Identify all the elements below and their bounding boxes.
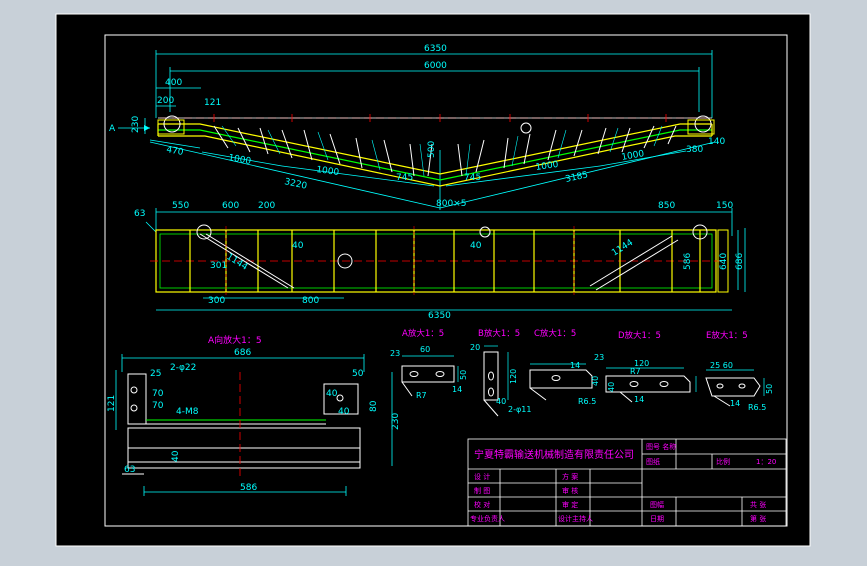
date-label: 日期 (650, 515, 664, 523)
adir-dim-40-b: 40 (338, 407, 350, 417)
plan-label: 方 案 (562, 472, 578, 481)
e-dim-14: 14 (730, 399, 740, 408)
adir-dim-50: 50 (352, 369, 364, 379)
e-dim-50: 50 (765, 384, 774, 394)
adir-dim-63: 63 (124, 465, 135, 475)
dim-230: 230 (131, 116, 141, 133)
adir-dim-4m8: 4-M8 (176, 407, 199, 417)
sheet-label: 图幅 (650, 500, 664, 509)
adir-dim-70-b: 70 (152, 401, 164, 411)
plan-dim-40-b: 40 (470, 241, 482, 251)
c-dim-40: 40 (591, 376, 600, 386)
a-dim-r7: R7 (416, 391, 427, 400)
adir-dim-121: 121 (107, 395, 117, 412)
total-sheets-label: 共 张 (750, 500, 766, 509)
scale-value: 1：20 (756, 458, 776, 466)
adir-dim-2phi22: 2-φ22 (170, 363, 196, 373)
company-name: 宁夏特霸输送机械制造有限责任公司 (474, 448, 634, 461)
b-dim-40: 40 (496, 397, 506, 406)
b-dim-120: 120 (509, 369, 518, 384)
adir-dim-25: 25 (150, 369, 161, 379)
plan-dim-850: 850 (658, 201, 675, 211)
adir-dim-40-c: 40 (171, 450, 181, 462)
project-lead-label: 设计主持人 (558, 514, 593, 523)
adir-dim-80: 80 (369, 400, 379, 412)
dim-800x5: 800×5 (436, 199, 466, 209)
approve-label: 审 定 (562, 500, 578, 509)
d-dim-r7: R7 (630, 367, 641, 376)
dim-500: 500 (427, 141, 437, 158)
plan-dim-150: 150 (716, 201, 733, 211)
check-label: 校 对 (474, 500, 490, 509)
c-dim-r65: R6.5 (578, 397, 596, 406)
process-review-label: 专业负责人 (470, 514, 505, 523)
plan-dim-63: 63 (134, 209, 145, 219)
adir-dim-70-a: 70 (152, 389, 164, 399)
audit-label: 审 核 (562, 486, 578, 495)
dim-745-a: 745 (396, 173, 413, 183)
plan-dim-800: 800 (302, 296, 319, 306)
d-dim-14: 14 (634, 395, 644, 404)
plan-dim-200: 200 (258, 201, 275, 211)
plan-dim-686: 686 (735, 253, 745, 270)
plan-dim-600: 600 (222, 201, 239, 211)
e-dim-2560: 25 60 (710, 361, 733, 370)
detail-a-title: A放大1：5 (402, 328, 444, 339)
detail-d-title: D放大1：5 (618, 330, 661, 341)
e-dim-r65: R6.5 (748, 403, 766, 412)
a-dim-60: 60 (420, 345, 430, 354)
plan-dim-640: 640 (719, 253, 729, 270)
dim-overall: 6350 (424, 44, 447, 54)
detail-c-title: C放大1：5 (534, 328, 576, 339)
plan-dim-40-a: 40 (292, 241, 304, 251)
adir-dim-686: 686 (234, 348, 251, 358)
detail-a-dir-title: A向放大1：5 (208, 334, 262, 346)
sheet-background (56, 14, 810, 546)
adir-dim-40-a: 40 (326, 389, 338, 399)
dim-200: 200 (157, 96, 174, 106)
adir-dim-586: 586 (240, 483, 257, 493)
plan-dim-550: 550 (172, 201, 189, 211)
dim-400: 400 (165, 78, 182, 88)
plan-dim-301: 301 (210, 261, 227, 271)
dim-380: 380 (686, 145, 703, 155)
b-dim-20: 20 (470, 343, 480, 352)
drawing-label: 图纸 (646, 457, 660, 466)
adir-dim-230: 230 (391, 413, 401, 430)
d-dim-40: 40 (607, 382, 616, 392)
cad-viewport: 6350 6000 400 200 121 230 A 470 1000 100… (0, 0, 867, 562)
dim-140: 140 (708, 137, 725, 147)
plan-dim-300: 300 (208, 296, 225, 306)
drawing-no-label: 图号 名称 (646, 442, 676, 451)
c-dim-14: 14 (570, 361, 580, 370)
a-dim-14: 14 (452, 385, 462, 394)
dim-121: 121 (204, 98, 221, 108)
view-marker-a: A (109, 124, 116, 134)
plan-dim-6350: 6350 (428, 311, 451, 321)
detail-e-title: E放大1：5 (706, 330, 748, 341)
a-dim-50: 50 (459, 370, 468, 380)
plan-dim-586: 586 (683, 253, 693, 270)
design-label: 设 计 (474, 472, 490, 481)
dim-inner: 6000 (424, 61, 447, 71)
detail-b-title: B放大1：5 (478, 328, 520, 339)
page-label: 第 张 (750, 514, 766, 523)
b-dim-2phi11: 2-φ11 (508, 405, 531, 414)
dim-745-b: 745 (464, 173, 481, 183)
a-dim-23: 23 (390, 349, 400, 358)
scale-label: 比例 (716, 457, 730, 466)
cad-drawing: 6350 6000 400 200 121 230 A 470 1000 100… (55, 13, 811, 547)
drawing-person-label: 制 图 (474, 486, 490, 495)
c-dim-23: 23 (594, 353, 604, 362)
